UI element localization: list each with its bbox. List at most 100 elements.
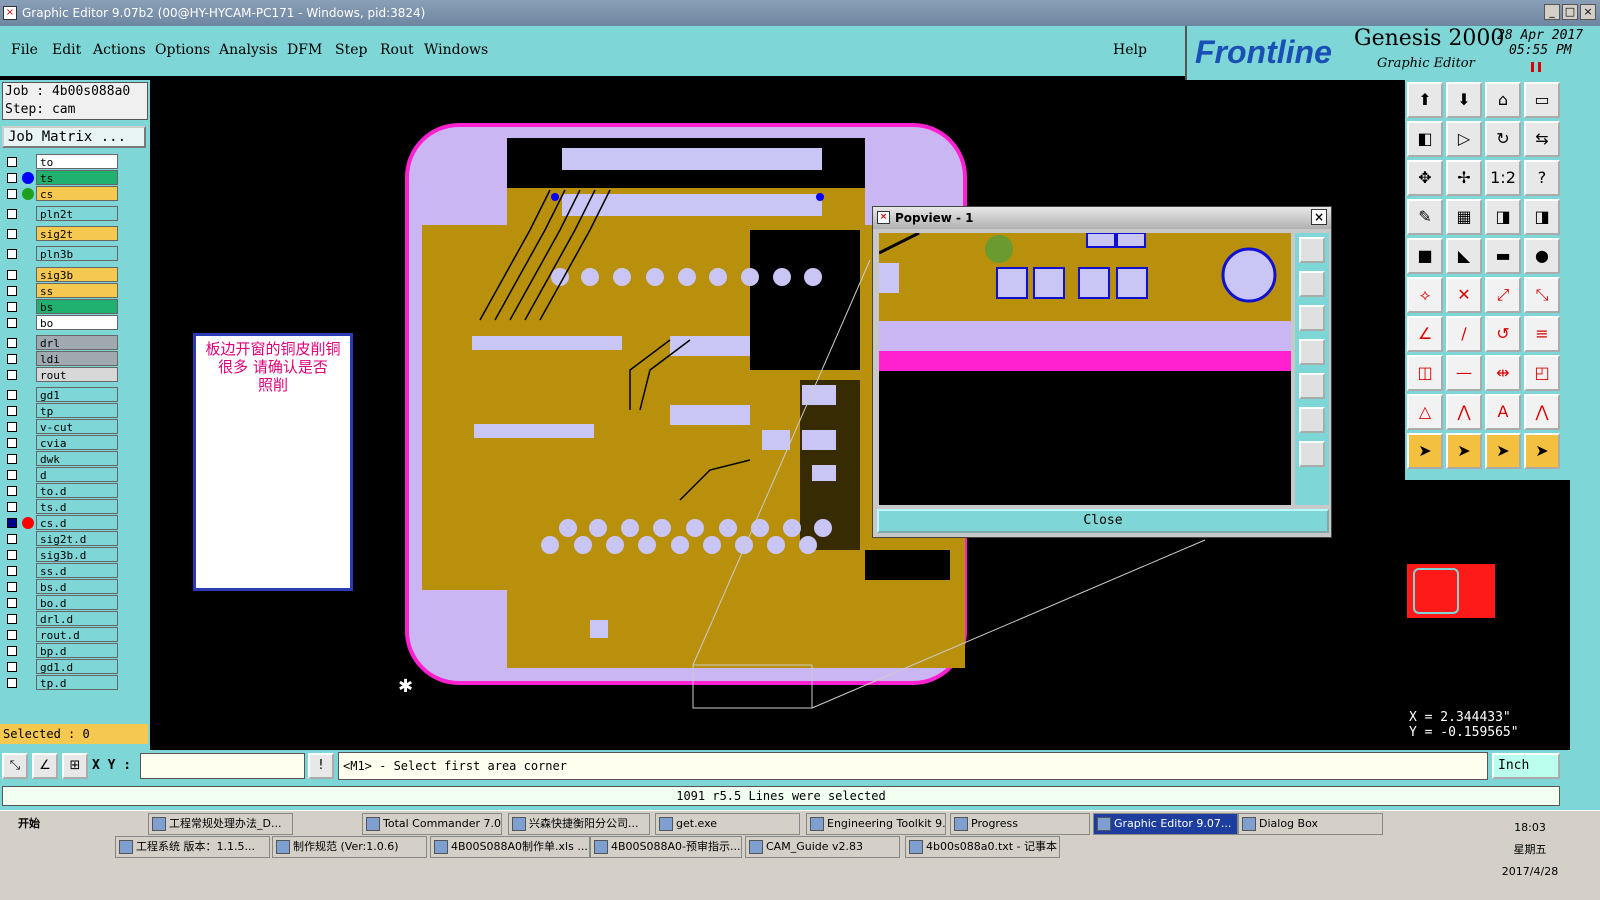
menu-actions[interactable]: Actions — [93, 42, 146, 58]
taskbar-item[interactable]: CAM_Guide v2.83 — [745, 836, 900, 858]
taskbar-item[interactable]: Progress — [950, 813, 1090, 835]
taskbar-item[interactable]: 4B00S088A0制作单.xls ... — [430, 836, 590, 858]
menu-edit[interactable]: Edit — [52, 42, 81, 58]
layer-row-bs[interactable]: bs — [2, 299, 122, 315]
layer-name[interactable]: gd1.d — [36, 659, 118, 674]
popview-title-bar[interactable]: × Popview - 1 × — [873, 207, 1331, 229]
taskbar-item[interactable]: 兴森快捷衡阳分公司... — [508, 813, 650, 835]
layer-name[interactable]: ss.d — [36, 563, 118, 578]
layer-name[interactable]: sig3b — [36, 267, 118, 282]
layer-checkbox[interactable] — [7, 582, 17, 592]
maximize-button[interactable]: □ — [1562, 4, 1578, 20]
layer-row-to[interactable]: to — [2, 154, 122, 170]
menu-help[interactable]: Help — [1113, 42, 1147, 58]
layer-checkbox[interactable] — [7, 678, 17, 688]
layer-checkbox[interactable] — [7, 518, 17, 528]
layer-checkbox[interactable] — [7, 566, 17, 576]
layer-checkbox[interactable] — [7, 370, 17, 380]
layer-name[interactable]: tp — [36, 403, 118, 418]
popview-zoom-in-button[interactable] — [1299, 237, 1325, 263]
layer-name[interactable]: d — [36, 467, 118, 482]
line-icon[interactable]: — — [1446, 355, 1482, 391]
popview-pan-left-button[interactable] — [1299, 339, 1325, 365]
layer-row-rout-d[interactable]: rout.d — [2, 627, 122, 643]
layer-row-ts[interactable]: ts — [2, 170, 122, 186]
layer-name[interactable]: sig2t — [36, 226, 118, 241]
layer-checkbox[interactable] — [7, 662, 17, 672]
layer-row-drl-d[interactable]: drl.d — [2, 611, 122, 627]
layer-checkbox[interactable] — [7, 338, 17, 348]
taskbar-item[interactable]: 工程常规处理办法_D... — [148, 813, 293, 835]
taskbar-item[interactable]: 4b00s088a0.txt - 记事本 — [905, 836, 1060, 858]
edit-icon[interactable]: ✎ — [1407, 199, 1443, 235]
layer-checkbox[interactable] — [7, 534, 17, 544]
popview-zoom-out-button[interactable] — [1299, 271, 1325, 297]
layer-checkbox[interactable] — [7, 229, 17, 239]
layer-row-pln3b[interactable]: pln3b — [2, 246, 122, 262]
layer-checkbox[interactable] — [7, 406, 17, 416]
menu-rout[interactable]: Rout — [380, 42, 414, 58]
popview-close-icon[interactable]: × — [1311, 209, 1327, 225]
layer-name[interactable]: to.d — [36, 483, 118, 498]
move-up-icon[interactable]: ⬆ — [1407, 82, 1443, 118]
layer-checkbox[interactable] — [7, 302, 17, 312]
layer-name[interactable]: pln2t — [36, 206, 118, 221]
layer-name[interactable]: rout.d — [36, 627, 118, 642]
layer-row-cs[interactable]: cs — [2, 186, 122, 202]
menu-step[interactable]: Step — [335, 42, 367, 58]
layer-row-dwk[interactable]: dwk — [2, 451, 122, 467]
layer-row-gd1-d[interactable]: gd1.d — [2, 659, 122, 675]
layer-name[interactable]: ts.d — [36, 499, 118, 514]
layer-name[interactable]: pln3b — [36, 246, 118, 261]
layer-row-tp-d[interactable]: tp.d — [2, 675, 122, 691]
minimize-button[interactable]: _ — [1544, 4, 1560, 20]
layer-row-sig2t[interactable]: sig2t — [2, 226, 122, 242]
layer-checkbox[interactable] — [7, 189, 17, 199]
layer-row-bo[interactable]: bo — [2, 315, 122, 331]
layer-name[interactable]: ldi — [36, 351, 118, 366]
layer-checkbox[interactable] — [7, 270, 17, 280]
left-icon[interactable]: ◧ — [1407, 121, 1443, 157]
layer-row-bp-d[interactable]: bp.d — [2, 643, 122, 659]
layer-row-d[interactable]: d — [2, 467, 122, 483]
taskbar-item[interactable]: 4B00S088A0-预审指示.... — [590, 836, 742, 858]
layer-checkbox[interactable] — [7, 486, 17, 496]
layer-checkbox[interactable] — [7, 598, 17, 608]
layer-name[interactable]: bs.d — [36, 579, 118, 594]
menu-windows[interactable]: Windows — [424, 42, 488, 58]
taskbar-item[interactable]: Engineering Toolkit 9.... — [806, 813, 946, 835]
popview-pan-right-button[interactable] — [1299, 373, 1325, 399]
layer-checkbox[interactable] — [7, 390, 17, 400]
vector-b-icon[interactable]: ⤡ — [1524, 277, 1560, 313]
layer-checkbox[interactable] — [7, 438, 17, 448]
layer-row-bs-d[interactable]: bs.d — [2, 579, 122, 595]
layer-name[interactable]: drl — [36, 335, 118, 350]
layer-name[interactable]: sig2t.d — [36, 531, 118, 546]
layer-checkbox[interactable] — [7, 173, 17, 183]
layer-checkbox[interactable] — [7, 454, 17, 464]
layer-row-pln2t[interactable]: pln2t — [2, 206, 122, 222]
window-icon[interactable]: ▭ — [1524, 82, 1560, 118]
multi-icon[interactable]: ≡ — [1524, 316, 1560, 352]
layers-a-icon[interactable]: ◨ — [1485, 199, 1521, 235]
layer-name[interactable]: bo.d — [36, 595, 118, 610]
connect-icon[interactable]: ⟡ — [1407, 277, 1443, 313]
frame-icon[interactable]: ◫ — [1407, 355, 1443, 391]
center-icon[interactable]: ✢ — [1446, 160, 1482, 196]
help-icon[interactable]: ? — [1524, 160, 1560, 196]
layer-checkbox[interactable] — [7, 550, 17, 560]
layer-row-cvia[interactable]: cvia — [2, 435, 122, 451]
move-down-icon[interactable]: ⬇ — [1446, 82, 1482, 118]
popview-close-button[interactable]: Close — [877, 509, 1329, 533]
layer-name[interactable]: drl.d — [36, 611, 118, 626]
layer-row-drl[interactable]: drl — [2, 335, 122, 351]
taskbar-item[interactable]: Dialog Box — [1238, 813, 1383, 835]
right-icon[interactable]: ▷ — [1446, 121, 1482, 157]
home-icon[interactable]: ⌂ — [1485, 82, 1521, 118]
layer-row-v-cut[interactable]: v-cut — [2, 419, 122, 435]
menu-file[interactable]: File — [11, 42, 38, 58]
menu-options[interactable]: Options — [155, 42, 210, 58]
angle-red-icon[interactable]: ∠ — [1407, 316, 1443, 352]
taskbar-item[interactable]: Total Commander 7.0 ... — [362, 813, 502, 835]
layer-row-sig3b[interactable]: sig3b — [2, 267, 122, 283]
